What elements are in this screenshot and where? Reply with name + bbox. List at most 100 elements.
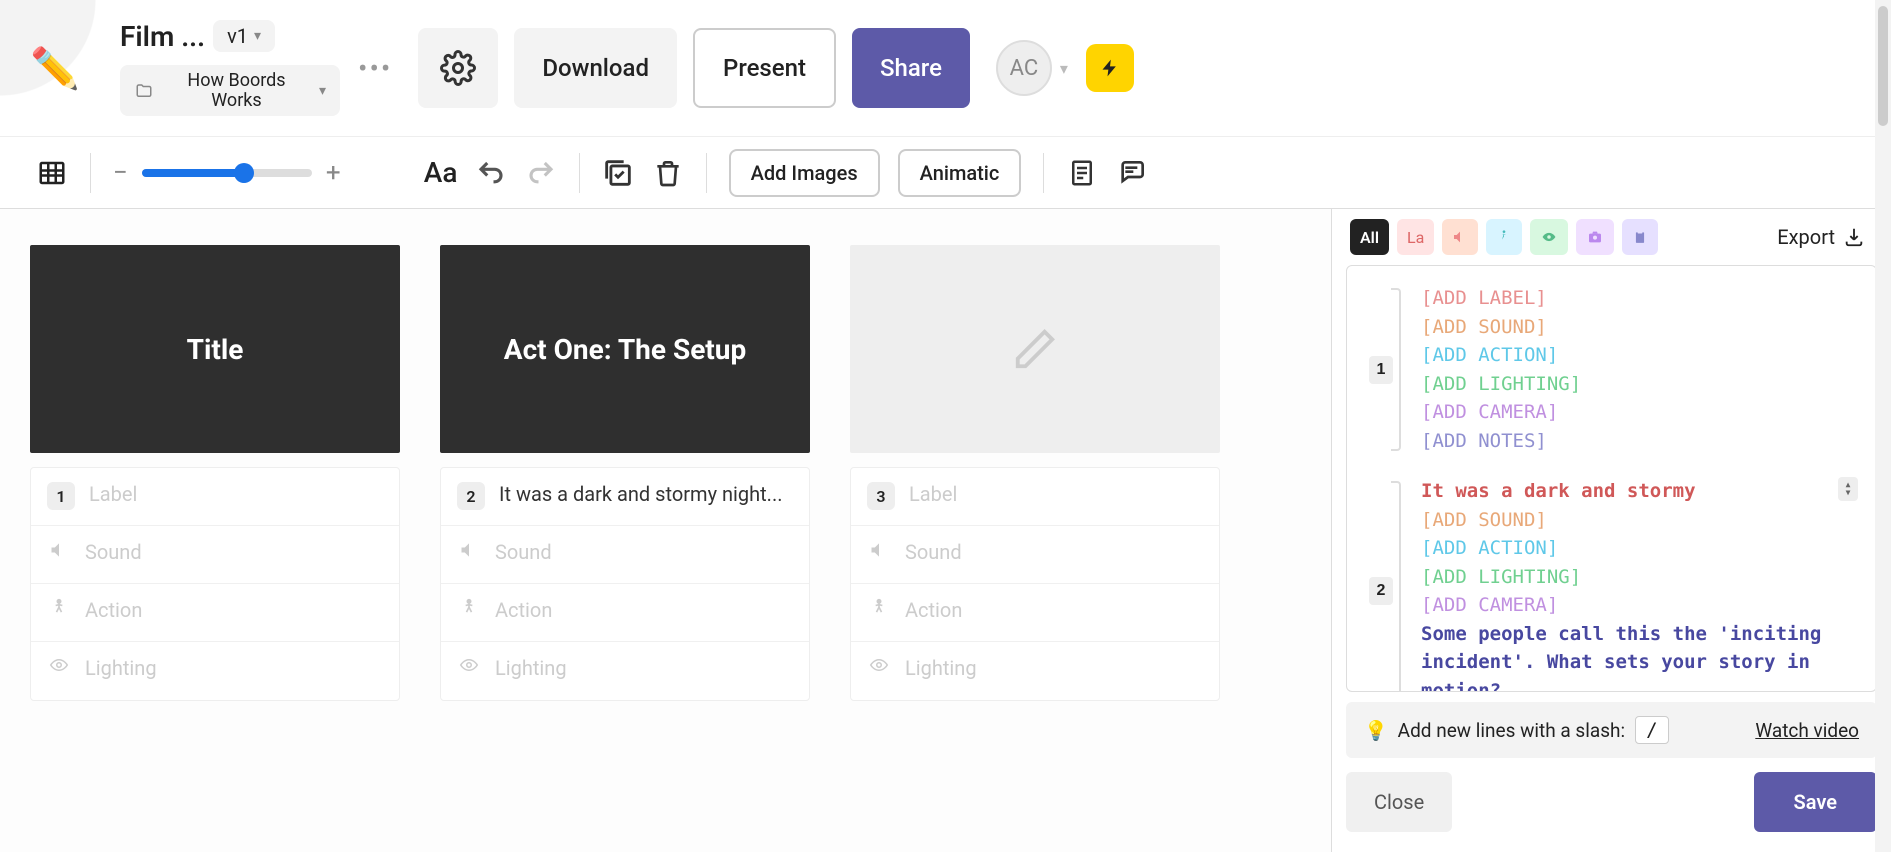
script-line[interactable]: [ADD SOUND]	[1421, 313, 1862, 342]
present-button[interactable]: Present	[693, 28, 836, 108]
storyboard-frame[interactable]: Title1LabelSoundActionLighting	[30, 245, 400, 816]
redo-icon	[526, 158, 556, 188]
close-button[interactable]: Close	[1346, 772, 1452, 832]
watch-video-link[interactable]: Watch video	[1755, 719, 1859, 742]
tip-key: /	[1635, 716, 1668, 744]
version-selector[interactable]: v1 ▾	[213, 20, 275, 52]
more-menu[interactable]: •••	[340, 52, 410, 85]
bulb-icon: 💡	[1364, 719, 1388, 742]
add-images-button[interactable]: Add Images	[729, 149, 880, 197]
text-style-button[interactable]: Aa	[419, 151, 463, 195]
app-logo[interactable]: ✏️	[0, 0, 110, 137]
frame-label-row[interactable]: 1Label	[31, 468, 399, 526]
pencil-icon	[1012, 326, 1058, 372]
script-lines[interactable]: [ADD LABEL][ADD SOUND][ADD ACTION][ADD L…	[1407, 284, 1862, 455]
window-scrollbar[interactable]	[1875, 0, 1891, 852]
frame-fields: 2It was a dark and stormy night... Sound A…	[440, 467, 810, 701]
frame-lighting-row[interactable]: Lighting	[441, 642, 809, 700]
animatic-button[interactable]: Animatic	[898, 149, 1022, 197]
avatar-menu-chevron[interactable]: ▾	[1060, 59, 1068, 78]
filter-lighting[interactable]	[1530, 219, 1568, 255]
frame-action-row[interactable]: Action	[31, 584, 399, 642]
script-line[interactable]: [ADD LABEL]	[1421, 284, 1862, 313]
filter-label[interactable]: La	[1397, 219, 1434, 255]
script-block[interactable]: 1[ADD LABEL][ADD SOUND][ADD ACTION][ADD …	[1361, 284, 1862, 455]
frame-image[interactable]: Act One: The Setup	[440, 245, 810, 453]
script-editor[interactable]: 1[ADD LABEL][ADD SOUND][ADD ACTION][ADD …	[1346, 265, 1877, 692]
frame-action-placeholder: Action	[495, 598, 552, 622]
script-line[interactable]: [ADD LIGHTING]	[1421, 370, 1862, 399]
scrollbar-thumb[interactable]	[1878, 6, 1888, 126]
frame-sound-placeholder: Sound	[495, 540, 552, 564]
redo-button[interactable]	[519, 151, 563, 195]
comments-button[interactable]	[1110, 151, 1154, 195]
stack-check-icon	[601, 156, 635, 190]
frame-action-row[interactable]: Action	[851, 584, 1219, 642]
share-button[interactable]: Share	[852, 28, 970, 108]
zoom-track[interactable]	[142, 169, 312, 177]
notes-view-button[interactable]	[1060, 151, 1104, 195]
frame-action-placeholder: Action	[905, 598, 962, 622]
zoom-slider[interactable]: − +	[107, 158, 347, 188]
script-line[interactable]: [ADD ACTION]	[1421, 534, 1862, 563]
frame-fields: 1LabelSoundActionLighting	[30, 467, 400, 701]
save-button[interactable]: Save	[1754, 772, 1877, 832]
storyboard-frame[interactable]: 3LabelSound Action Lighting	[850, 245, 1220, 816]
separator	[90, 153, 91, 193]
frame-action-row[interactable]: Action	[441, 584, 809, 642]
script-gutter: 1	[1361, 284, 1401, 455]
select-multiple-button[interactable]	[596, 151, 640, 195]
frame-image[interactable]: Title	[30, 245, 400, 453]
zoom-thumb[interactable]	[234, 163, 254, 183]
frame-stepper[interactable]: ▲▼	[1838, 477, 1858, 501]
user-avatar[interactable]: AC	[996, 40, 1052, 96]
export-icon	[1843, 226, 1865, 248]
script-line[interactable]: It was a dark and stormy	[1421, 477, 1862, 506]
script-gutter: 2	[1361, 477, 1401, 692]
storyboard-canvas[interactable]: Title1LabelSoundActionLightingAct One: T…	[0, 209, 1331, 852]
action-icon	[457, 598, 481, 618]
script-lines[interactable]: ▲▼It was a dark and stormy[ADD SOUND][AD…	[1407, 477, 1862, 692]
action-icon	[1496, 229, 1512, 245]
frame-sound-row[interactable]: Sound	[851, 526, 1219, 584]
frame-lighting-placeholder: Lighting	[495, 656, 567, 680]
zoom-in[interactable]: +	[320, 158, 347, 188]
script-block[interactable]: 2▲▼It was a dark and stormy[ADD SOUND][A…	[1361, 477, 1862, 692]
frame-image[interactable]	[850, 245, 1220, 453]
project-title[interactable]: Film ...	[120, 20, 205, 53]
script-line[interactable]: [ADD CAMERA]	[1421, 398, 1862, 427]
zoom-out[interactable]: −	[107, 158, 134, 188]
eye-icon	[1540, 230, 1558, 244]
frame-sound-row[interactable]: Sound	[441, 526, 809, 584]
upgrade-button[interactable]	[1086, 44, 1134, 92]
script-line[interactable]: [ADD ACTION]	[1421, 341, 1862, 370]
lighting-icon	[47, 656, 71, 674]
filter-camera[interactable]	[1576, 219, 1614, 255]
pencil-icon: ✏️	[30, 45, 80, 92]
script-line[interactable]: [ADD CAMERA]	[1421, 591, 1862, 620]
storyboard-frame[interactable]: Act One: The Setup2It was a dark and sto…	[440, 245, 810, 816]
filter-all[interactable]: All	[1350, 219, 1389, 255]
frame-lighting-row[interactable]: Lighting	[31, 642, 399, 700]
separator	[1043, 153, 1044, 193]
delete-button[interactable]	[646, 151, 690, 195]
filter-sound[interactable]	[1442, 219, 1478, 255]
export-button[interactable]: Export	[1769, 221, 1873, 253]
grid-view-button[interactable]	[30, 151, 74, 195]
folder-selector[interactable]: How Boords Works ▾	[120, 65, 340, 117]
frame-label-row[interactable]: 2It was a dark and stormy night...	[441, 468, 809, 526]
version-label: v1	[227, 24, 248, 48]
frame-label-row[interactable]: 3Label	[851, 468, 1219, 526]
frame-sound-row[interactable]: Sound	[31, 526, 399, 584]
download-button[interactable]: Download	[514, 28, 677, 108]
filter-action[interactable]	[1486, 219, 1522, 255]
script-line[interactable]: Some people call this the 'inciting inci…	[1421, 620, 1862, 693]
settings-button[interactable]	[418, 28, 498, 108]
script-line[interactable]: [ADD LIGHTING]	[1421, 563, 1862, 592]
trash-icon	[652, 157, 684, 189]
script-line[interactable]: [ADD SOUND]	[1421, 506, 1862, 535]
filter-notes[interactable]	[1622, 219, 1658, 255]
undo-button[interactable]	[469, 151, 513, 195]
frame-lighting-row[interactable]: Lighting	[851, 642, 1219, 700]
script-line[interactable]: [ADD NOTES]	[1421, 427, 1862, 456]
